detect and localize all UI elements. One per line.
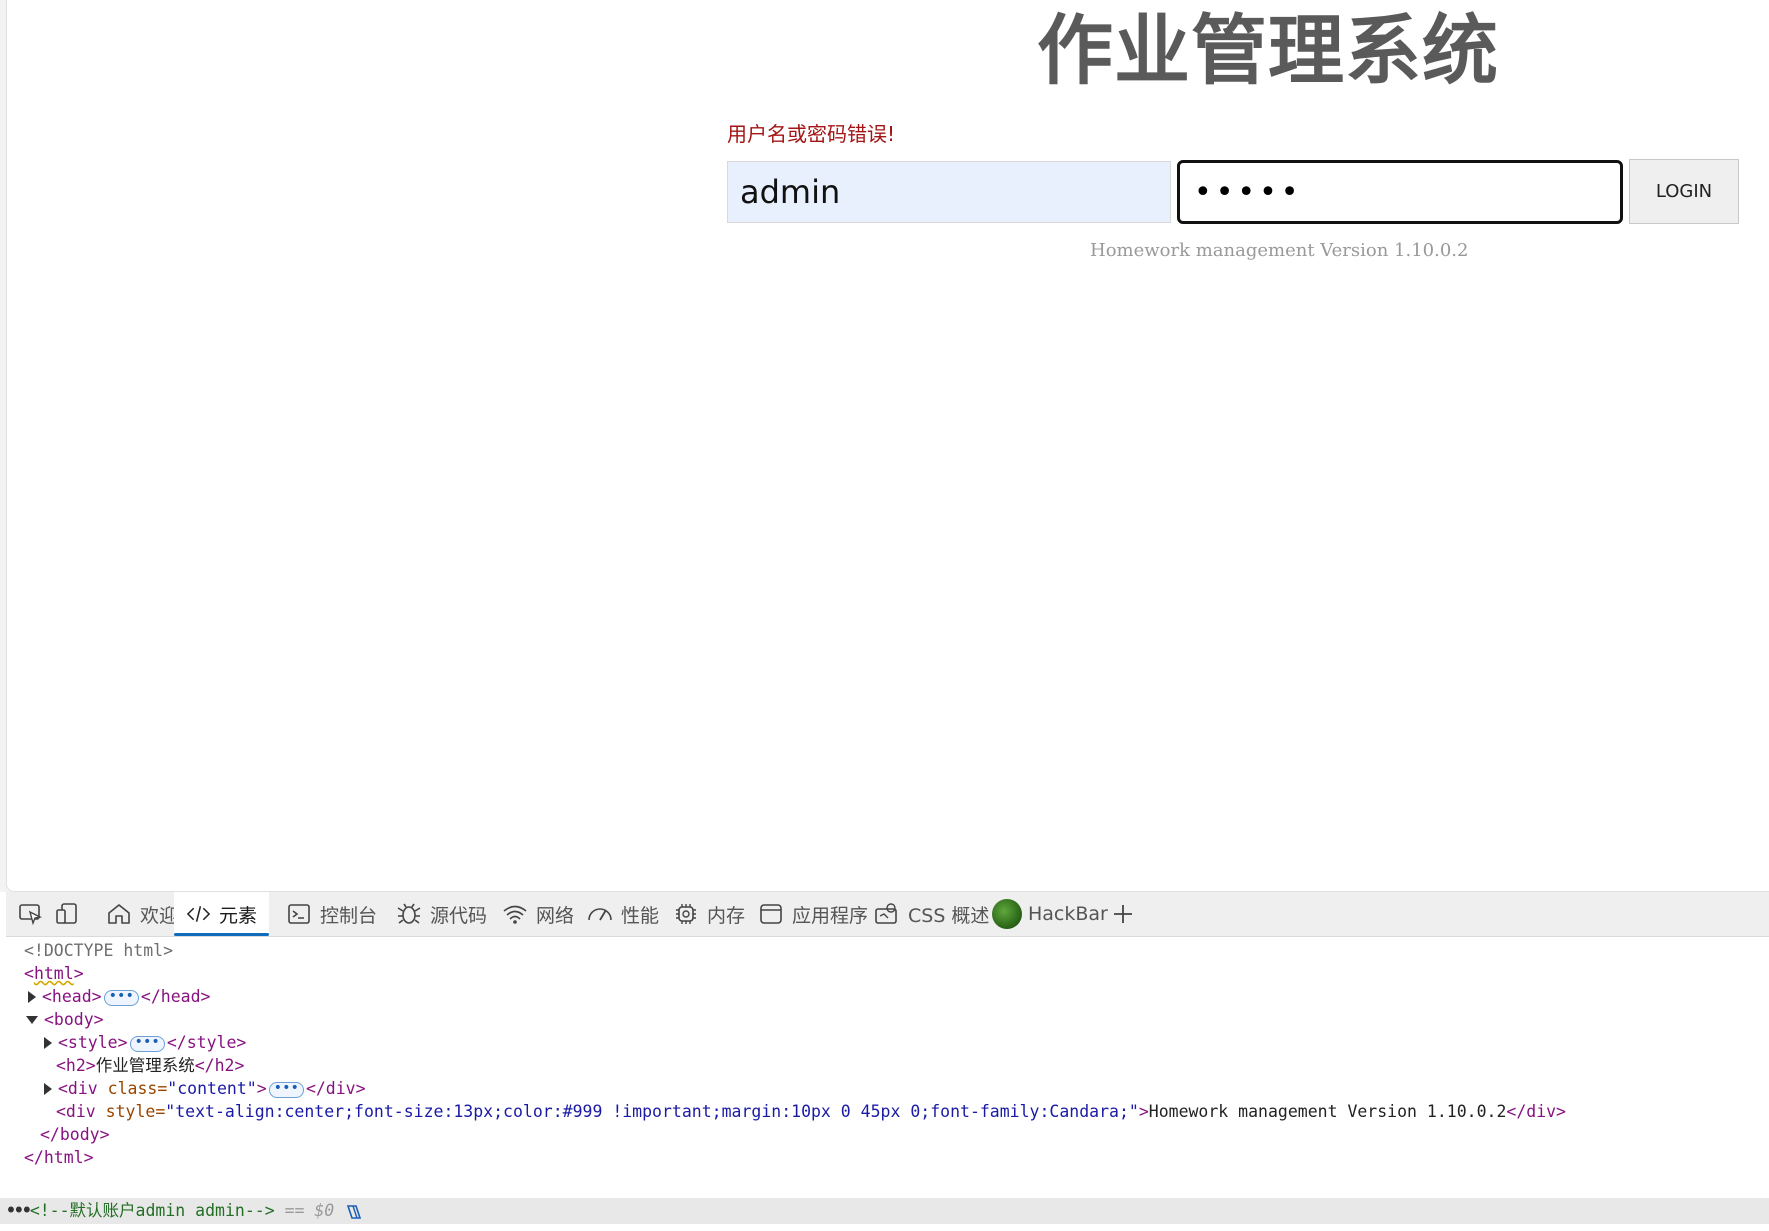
tab-welcome[interactable]: 欢迎: [98, 892, 186, 936]
hackbar-logo-icon: [992, 899, 1022, 929]
copilot-icon[interactable]: [344, 1203, 364, 1221]
expand-arrow-icon[interactable]: [28, 990, 36, 1003]
device-emulation-icon[interactable]: [54, 902, 80, 926]
dom-comment-selected[interactable]: •••<!--默认账户admin admin--> == $0: [6, 1198, 364, 1224]
devtools-tabbar: 欢迎 元素 控制台 源代码 网络 性能 内存 应用程序 CSS 概述 HackB…: [6, 892, 1769, 937]
tab-css-overview[interactable]: CSS 概述: [874, 892, 989, 936]
selected-marker: == $0: [284, 1201, 335, 1220]
console-icon: [288, 904, 310, 924]
page-title: 作业管理系统: [1037, 6, 1499, 95]
window-icon: [760, 904, 782, 924]
tab-label: 性能: [621, 904, 660, 927]
tab-memory[interactable]: 内存: [673, 892, 745, 936]
tab-network[interactable]: 网络: [502, 892, 574, 936]
tab-label: HackBar: [1028, 903, 1108, 925]
tab-label: CSS 概述: [908, 904, 990, 927]
tab-label: 元素: [218, 904, 257, 927]
tab-performance[interactable]: 性能: [587, 892, 659, 936]
expand-arrow-icon[interactable]: [44, 1036, 52, 1049]
password-input[interactable]: [1177, 160, 1623, 224]
tab-console[interactable]: 控制台: [286, 892, 377, 936]
code-icon: [186, 906, 211, 922]
home-icon: [108, 904, 130, 924]
inspect-element-icon[interactable]: [18, 902, 44, 926]
tab-label: 内存: [707, 904, 746, 927]
dom-html-close[interactable]: </html>: [24, 1145, 94, 1171]
tab-label: 网络: [536, 904, 575, 927]
tab-elements[interactable]: 元素: [174, 892, 269, 936]
devtools-panel: 欢迎 元素 控制台 源代码 网络 性能 内存 应用程序 CSS 概述 HackB…: [0, 892, 1769, 1231]
tab-label: 控制台: [320, 904, 378, 927]
tab-sources[interactable]: 源代码: [396, 892, 487, 936]
collapse-arrow-icon[interactable]: [26, 1015, 38, 1024]
dom-tree: <!DOCTYPE html> <html> <head> ••• </head> …: [6, 938, 1769, 1190]
tab-label: 应用程序: [792, 904, 869, 927]
more-actions-icon[interactable]: •••: [6, 1201, 32, 1220]
add-tab-icon[interactable]: [1110, 902, 1136, 926]
tab-application[interactable]: 应用程序: [758, 892, 868, 936]
collapsed-content[interactable]: •••: [103, 989, 139, 1006]
wifi-icon: [503, 905, 527, 924]
css-icon: [875, 903, 897, 924]
error-message: 用户名或密码错误!: [727, 122, 896, 146]
collapsed-content[interactable]: •••: [129, 1035, 165, 1052]
tab-hackbar[interactable]: HackBar: [992, 892, 1108, 936]
gauge-icon: [588, 908, 612, 921]
dom-div-version[interactable]: <div style="text-align:center;font-size:…: [56, 1099, 1566, 1125]
username-input[interactable]: [727, 161, 1171, 223]
collapsed-content[interactable]: •••: [268, 1081, 304, 1098]
page-viewport: 作业管理系统 用户名或密码错误! LOGIN Homework manageme…: [6, 0, 1769, 892]
tab-label: 源代码: [430, 904, 488, 927]
chip-icon: [676, 904, 696, 924]
tab-label: 欢迎: [140, 904, 179, 927]
expand-arrow-icon[interactable]: [44, 1082, 52, 1095]
login-button[interactable]: LOGIN: [1629, 159, 1739, 224]
version-text: Homework management Version 1.10.0.2: [1090, 240, 1469, 261]
bug-icon: [397, 903, 421, 924]
